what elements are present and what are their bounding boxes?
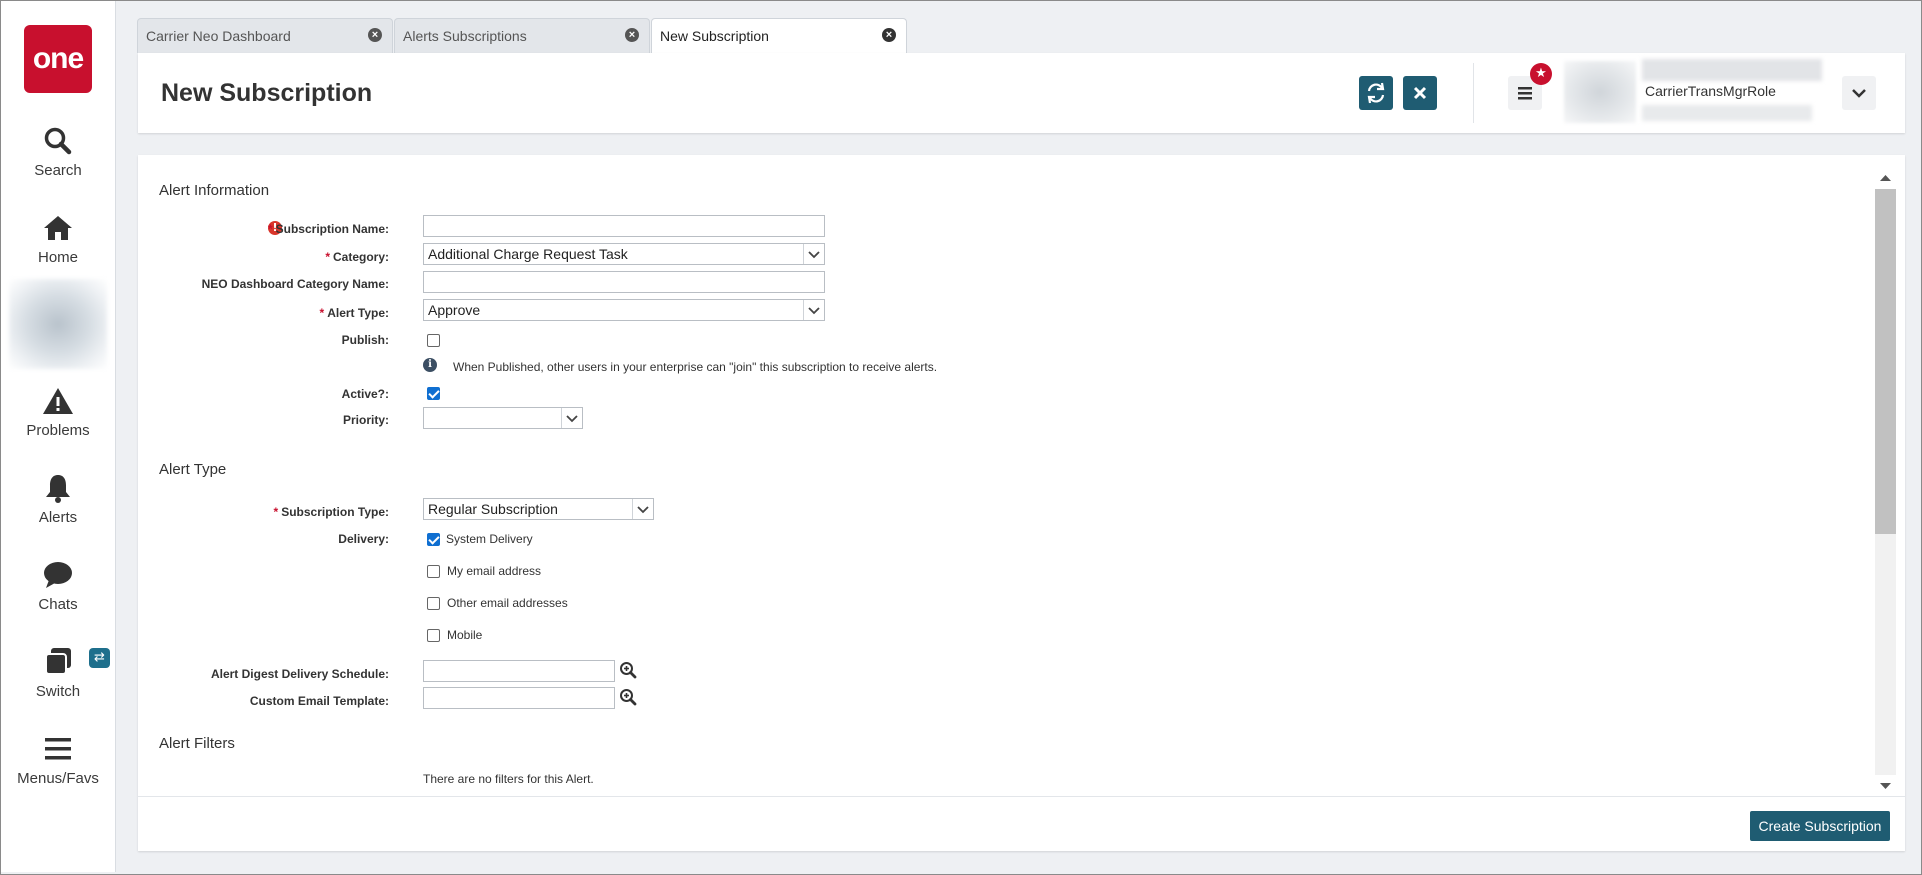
subscription-type-label: * Subscription Type: bbox=[273, 505, 389, 519]
other-email-label: Other email addresses bbox=[447, 596, 568, 610]
page-header: New Subscription ★ CarrierTransMgrRole bbox=[138, 53, 1905, 133]
tab-label: Carrier Neo Dashboard bbox=[146, 28, 291, 44]
publish-label: Publish: bbox=[341, 333, 389, 347]
warning-icon bbox=[43, 388, 73, 414]
subscription-form: Alert Information ! * Subscription Name: … bbox=[138, 155, 1905, 851]
user-name-redacted bbox=[1642, 59, 1822, 81]
form-scrollbar[interactable] bbox=[1874, 169, 1897, 795]
chevron-down-icon bbox=[803, 300, 820, 320]
close-page-button[interactable] bbox=[1403, 76, 1437, 110]
star-badge-icon: ★ bbox=[1530, 63, 1552, 85]
nav-menus-favs-label: Menus/Favs bbox=[17, 770, 99, 787]
tab-label: Alerts Subscriptions bbox=[403, 28, 527, 44]
nav-search[interactable]: Search bbox=[1, 125, 115, 205]
chevron-down-icon bbox=[803, 244, 820, 264]
alert-digest-delivery-schedule-label: Alert Digest Delivery Schedule: bbox=[210, 667, 389, 681]
home-icon bbox=[44, 216, 72, 240]
my-email-label: My email address bbox=[447, 564, 542, 578]
subscription-type-value: Regular Subscription bbox=[428, 501, 558, 517]
header-divider bbox=[1473, 63, 1474, 123]
switch-icon bbox=[45, 648, 71, 675]
nav-alerts[interactable]: Alerts bbox=[1, 472, 115, 552]
scrollbar-thumb[interactable] bbox=[1875, 189, 1896, 534]
subscription-name-label: * Subscription Name: bbox=[267, 222, 389, 236]
create-subscription-button[interactable]: Create Subscription bbox=[1750, 811, 1890, 841]
tab-label: New Subscription bbox=[660, 28, 769, 44]
user-dropdown-button[interactable] bbox=[1842, 76, 1876, 110]
zoom-search-icon[interactable] bbox=[619, 688, 637, 706]
other-email-checkbox[interactable] bbox=[427, 597, 440, 610]
nav-search-label: Search bbox=[34, 162, 82, 179]
subscription-name-input[interactable] bbox=[423, 215, 825, 237]
footer-divider bbox=[138, 796, 1905, 797]
tab-alerts-subscriptions[interactable]: Alerts Subscriptions × bbox=[394, 18, 650, 53]
nav-chats[interactable]: Chats bbox=[1, 559, 115, 639]
nav-menus-favs[interactable]: Menus/Favs bbox=[1, 733, 115, 813]
alert-type-select[interactable]: Approve bbox=[423, 299, 825, 321]
mobile-label: Mobile bbox=[447, 628, 483, 642]
chat-icon bbox=[44, 562, 72, 588]
nav-home-label: Home bbox=[37, 249, 78, 266]
scroll-up-icon[interactable] bbox=[1875, 169, 1896, 187]
nav-problems-label: Problems bbox=[26, 422, 90, 439]
tab-carrier-neo-dashboard[interactable]: Carrier Neo Dashboard × bbox=[137, 18, 393, 53]
refresh-button[interactable] bbox=[1359, 76, 1393, 110]
chevron-down-icon bbox=[632, 499, 649, 519]
system-delivery-label: System Delivery bbox=[446, 532, 533, 546]
menu-icon bbox=[45, 738, 71, 760]
nav-problems[interactable]: Problems bbox=[1, 385, 115, 465]
system-delivery-checkbox[interactable] bbox=[427, 533, 440, 546]
alert-type-label: * Alert Type: bbox=[319, 306, 389, 320]
custom-email-template-label: Custom Email Template: bbox=[249, 694, 389, 708]
subscription-type-select[interactable]: Regular Subscription bbox=[423, 498, 654, 520]
tab-new-subscription[interactable]: New Subscription × bbox=[651, 18, 907, 57]
active-checkbox[interactable] bbox=[427, 387, 440, 400]
close-icon[interactable]: × bbox=[368, 28, 382, 42]
neo-dashboard-category-name-label: NEO Dashboard Category Name: bbox=[201, 277, 389, 291]
priority-label: Priority: bbox=[342, 413, 389, 427]
user-role: CarrierTransMgrRole bbox=[1645, 83, 1776, 99]
section-title-alert-filters: Alert Filters bbox=[159, 735, 235, 752]
refresh-icon bbox=[1367, 82, 1385, 104]
alert-digest-delivery-schedule-input[interactable] bbox=[423, 660, 615, 682]
page-title: New Subscription bbox=[161, 79, 373, 107]
section-title-alert-information: Alert Information bbox=[159, 182, 270, 199]
user-org-redacted bbox=[1642, 105, 1812, 121]
alert-type-value: Approve bbox=[428, 302, 481, 318]
nav-chats-label: Chats bbox=[38, 596, 78, 613]
my-email-checkbox[interactable] bbox=[427, 565, 440, 578]
bell-icon bbox=[46, 475, 70, 503]
close-icon bbox=[1413, 86, 1427, 100]
search-icon bbox=[44, 127, 72, 155]
priority-select[interactable] bbox=[423, 407, 583, 429]
nav-switch-label: Switch bbox=[35, 683, 81, 700]
form-scroll-area: Alert Information ! * Subscription Name: … bbox=[138, 155, 1873, 795]
publish-checkbox[interactable] bbox=[427, 334, 440, 347]
mobile-checkbox[interactable] bbox=[427, 629, 440, 642]
custom-email-template-input[interactable] bbox=[423, 687, 615, 709]
category-select[interactable]: Additional Charge Request Task bbox=[423, 243, 825, 265]
section-title-alert-type: Alert Type bbox=[159, 461, 227, 478]
delivery-label: Delivery: bbox=[338, 532, 389, 546]
info-icon: i bbox=[423, 358, 437, 372]
neo-dashboard-category-name-input[interactable] bbox=[423, 271, 825, 293]
scroll-down-icon[interactable] bbox=[1875, 777, 1896, 795]
category-label: * Category: bbox=[325, 250, 389, 264]
chevron-down-icon bbox=[561, 408, 578, 428]
app-logo[interactable]: one bbox=[24, 25, 92, 93]
nav-user-avatar[interactable] bbox=[9, 279, 107, 369]
active-label: Active?: bbox=[341, 387, 389, 401]
zoom-search-icon[interactable] bbox=[619, 661, 637, 679]
category-value: Additional Charge Request Task bbox=[428, 246, 628, 262]
no-filters-message: There are no filters for this Alert. bbox=[423, 772, 594, 786]
publish-note: When Published, other users in your ente… bbox=[453, 360, 938, 374]
close-icon[interactable]: × bbox=[625, 28, 639, 42]
nav-alerts-label: Alerts bbox=[38, 509, 78, 526]
close-icon[interactable]: × bbox=[882, 28, 896, 42]
user-avatar[interactable] bbox=[1564, 61, 1636, 123]
chevron-down-icon bbox=[1852, 89, 1866, 98]
switch-badge-icon: ⇄ bbox=[89, 648, 110, 668]
left-nav: one Search Home Problems Alerts Chats Sw… bbox=[1, 1, 116, 872]
